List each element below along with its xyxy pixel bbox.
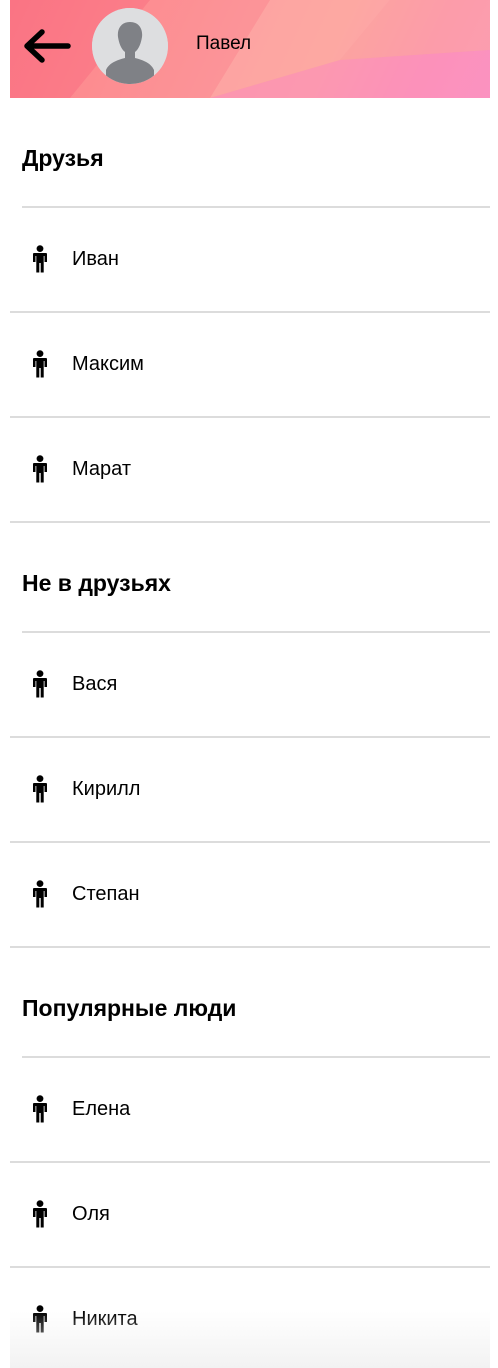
section-title: Не в друзьях [22, 523, 490, 633]
person-name: Никита [72, 1308, 138, 1330]
list-item[interactable]: Иван [10, 208, 490, 313]
person-name: Елена [72, 1098, 131, 1120]
person-name: Марат [72, 458, 131, 480]
person-name: Оля [72, 1203, 110, 1225]
person-name: Степан [72, 883, 140, 905]
people-list: Друзья Иван Максим Марат Не в друзьях Вася Кир… [10, 98, 490, 1368]
person-icon [30, 880, 50, 908]
person-icon [30, 455, 50, 483]
profile-header: Павел [10, 0, 490, 98]
list-item[interactable]: Вася [10, 633, 490, 738]
person-name: Иван [72, 248, 119, 270]
header-user-name: Павел [196, 33, 252, 54]
person-icon [30, 1095, 50, 1123]
person-icon [30, 245, 50, 273]
person-icon [30, 1200, 50, 1228]
list-item[interactable]: Кирилл [10, 738, 490, 843]
person-name: Вася [72, 673, 118, 695]
person-name: Кирилл [72, 778, 141, 800]
list-item[interactable]: Никита [10, 1268, 490, 1368]
list-item[interactable]: Оля [10, 1163, 490, 1268]
back-button[interactable] [20, 28, 72, 64]
person-icon [30, 1305, 50, 1333]
app-page: Павел Друзья Иван Максим Марат Не в друзьях В… [0, 0, 498, 1368]
section-title: Популярные люди [22, 948, 490, 1058]
person-icon [30, 775, 50, 803]
avatar[interactable] [92, 8, 168, 84]
list-item[interactable]: Марат [10, 418, 490, 523]
list-item[interactable]: Максим [10, 313, 490, 418]
list-item[interactable]: Степан [10, 843, 490, 948]
section-title: Друзья [22, 98, 490, 208]
list-item[interactable]: Елена [10, 1058, 490, 1163]
person-icon [30, 350, 50, 378]
arrow-left-icon [24, 29, 71, 63]
person-icon [30, 670, 50, 698]
person-name: Максим [72, 353, 144, 375]
user-silhouette-icon [92, 8, 168, 84]
